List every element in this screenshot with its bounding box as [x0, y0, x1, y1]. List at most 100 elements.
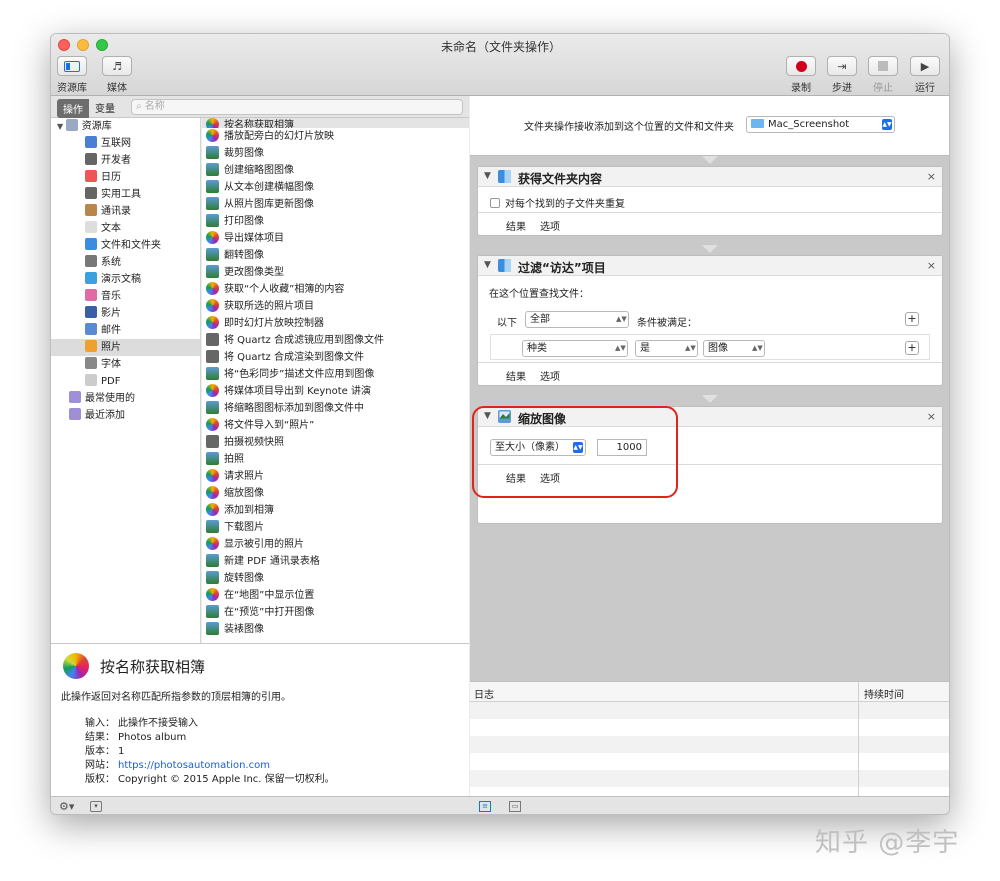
- options-button[interactable]: 选项: [540, 218, 560, 233]
- add-criteria-button[interactable]: +: [905, 341, 919, 355]
- field-popup[interactable]: 种类 ▲▼: [522, 340, 628, 357]
- record-toolbar-item[interactable]: 录制: [786, 56, 816, 94]
- action-footer: 结果 选项: [478, 212, 942, 235]
- checkbox-icon[interactable]: [490, 198, 500, 208]
- action-list-item[interactable]: 旋转图像: [202, 570, 469, 587]
- list-view-icon[interactable]: ≡: [479, 801, 491, 812]
- library-toolbar-item[interactable]: 资源库: [57, 56, 87, 94]
- disclosure-triangle-icon[interactable]: ▼: [484, 260, 491, 270]
- library-item[interactable]: 照片: [51, 339, 200, 356]
- stop-icon[interactable]: [868, 56, 898, 76]
- action-list-item[interactable]: 即时幻灯片放映控制器: [202, 315, 469, 332]
- library-item[interactable]: ▼ 资源库: [51, 118, 200, 135]
- action-list-item[interactable]: 将文件导入到“照片”: [202, 417, 469, 434]
- step-icon[interactable]: ⇥: [827, 56, 857, 76]
- disclosure-triangle-icon[interactable]: ▼: [57, 122, 66, 131]
- show-description-icon[interactable]: ▾: [90, 801, 102, 812]
- website-key: 网站：: [85, 760, 115, 771]
- action-list-label: 下载图片: [224, 522, 264, 533]
- action-list-item[interactable]: 创建缩略图图像: [202, 162, 469, 179]
- close-icon[interactable]: ×: [927, 170, 936, 183]
- library-item[interactable]: 文件和文件夹: [51, 237, 200, 254]
- folder-icon: [751, 119, 764, 128]
- library-item[interactable]: 字体: [51, 356, 200, 373]
- play-icon[interactable]: ▶: [910, 56, 940, 76]
- action-list-item[interactable]: 按名称获取相簿: [202, 118, 469, 128]
- split-view-icon[interactable]: ▭: [509, 801, 521, 812]
- action-list-item[interactable]: 将缩略图图标添加到图像文件中: [202, 400, 469, 417]
- library-item[interactable]: 影片: [51, 305, 200, 322]
- repeat-subfolders-checkbox[interactable]: 对每个找到的子文件夹重复: [490, 195, 625, 210]
- media-label: 媒体: [107, 83, 127, 94]
- action-list-item[interactable]: 从文本创建横幅图像: [202, 179, 469, 196]
- action-list-item[interactable]: 获取“个人收藏”相簿的内容: [202, 281, 469, 298]
- value-popup[interactable]: 图像 ▲▼: [703, 340, 765, 357]
- library-item[interactable]: 演示文稿: [51, 271, 200, 288]
- description-panel: 按名称获取相簿 此操作返回对名称匹配所指参数的顶层相簿的引用。 输入： 此操作不接…: [51, 643, 469, 796]
- folder-popup[interactable]: Mac_Screenshot ▲▼: [746, 116, 895, 133]
- action-list-item[interactable]: 显示被引用的照片: [202, 536, 469, 553]
- action-list-item[interactable]: 将“色彩同步”描述文件应用到图像: [202, 366, 469, 383]
- add-condition-button[interactable]: +: [905, 312, 919, 326]
- action-list-item[interactable]: 请求照片: [202, 468, 469, 485]
- library-item-label: 照片: [101, 342, 121, 353]
- smart-folder-icon: [69, 391, 81, 403]
- close-icon[interactable]: ×: [927, 410, 936, 423]
- action-list-item[interactable]: 装裱图像: [202, 621, 469, 638]
- action-list-item[interactable]: 在“预览”中打开图像: [202, 604, 469, 621]
- action-list-item[interactable]: 新建 PDF 通讯录表格: [202, 553, 469, 570]
- library-item[interactable]: 文本: [51, 220, 200, 237]
- action-list-item[interactable]: 获取所选的照片项目: [202, 298, 469, 315]
- library-item[interactable]: 通讯录: [51, 203, 200, 220]
- run-toolbar-item[interactable]: ▶ 运行: [910, 56, 940, 94]
- results-button[interactable]: 结果: [506, 368, 526, 383]
- action-list-item[interactable]: 在“地图”中显示位置: [202, 587, 469, 604]
- scope-popup[interactable]: 全部 ▲▼: [525, 311, 629, 328]
- action-list-item[interactable]: 导出媒体项目: [202, 230, 469, 247]
- description-summary: 此操作返回对名称匹配所指参数的顶层相簿的引用。: [61, 692, 291, 703]
- results-button[interactable]: 结果: [506, 218, 526, 233]
- library-item[interactable]: 实用工具: [51, 186, 200, 203]
- tab-variables[interactable]: 变量: [89, 99, 120, 118]
- step-toolbar-item[interactable]: ⇥ 步进: [827, 56, 857, 94]
- library-item[interactable]: 互联网: [51, 135, 200, 152]
- close-icon[interactable]: ×: [927, 259, 936, 272]
- library-item[interactable]: 系统: [51, 254, 200, 271]
- gear-icon[interactable]: ⚙▾: [59, 800, 74, 813]
- stop-toolbar-item[interactable]: 停止: [868, 56, 898, 94]
- action-list-item[interactable]: 裁剪图像: [202, 145, 469, 162]
- disclosure-triangle-icon[interactable]: ▼: [484, 171, 491, 181]
- action-list-item[interactable]: 拍照: [202, 451, 469, 468]
- library-item[interactable]: 日历: [51, 169, 200, 186]
- record-icon[interactable]: [786, 56, 816, 76]
- action-list-item[interactable]: 将 Quartz 合成滤镜应用到图像文件: [202, 332, 469, 349]
- sidebar-icon[interactable]: [57, 56, 87, 76]
- library-item[interactable]: 邮件: [51, 322, 200, 339]
- library-item[interactable]: 开发者: [51, 152, 200, 169]
- log-column-header[interactable]: 日志: [474, 686, 494, 701]
- music-note-icon[interactable]: ♬: [102, 56, 132, 76]
- action-list-label: 将 Quartz 合成滤镜应用到图像文件: [224, 335, 384, 346]
- action-list-item[interactable]: 播放配旁白的幻灯片放映: [202, 128, 469, 145]
- options-button[interactable]: 选项: [540, 368, 560, 383]
- action-list-item[interactable]: 缩放图像: [202, 485, 469, 502]
- action-list-item[interactable]: 添加到相簿: [202, 502, 469, 519]
- library-item[interactable]: PDF: [51, 373, 200, 390]
- action-list-item[interactable]: 翻转图像: [202, 247, 469, 264]
- operator-popup[interactable]: 是 ▲▼: [635, 340, 698, 357]
- tab-actions[interactable]: 操作: [57, 99, 89, 118]
- smart-group-item[interactable]: 最近添加: [51, 407, 200, 424]
- photos-icon: [206, 503, 219, 516]
- action-list-item[interactable]: 下载图片: [202, 519, 469, 536]
- library-item[interactable]: 音乐: [51, 288, 200, 305]
- action-list-item[interactable]: 拍摄视频快照: [202, 434, 469, 451]
- action-list-item[interactable]: 打印图像: [202, 213, 469, 230]
- action-list-item[interactable]: 更改图像类型: [202, 264, 469, 281]
- smart-group-item[interactable]: 最常使用的: [51, 390, 200, 407]
- search-input[interactable]: ⌕ 名称: [131, 99, 463, 115]
- duration-column-header[interactable]: 持续时间: [864, 686, 904, 701]
- action-list-item[interactable]: 将媒体项目导出到 Keynote 讲演: [202, 383, 469, 400]
- media-toolbar-item[interactable]: ♬ 媒体: [102, 56, 132, 94]
- action-list-item[interactable]: 将 Quartz 合成渲染到图像文件: [202, 349, 469, 366]
- action-list-item[interactable]: 从照片图库更新图像: [202, 196, 469, 213]
